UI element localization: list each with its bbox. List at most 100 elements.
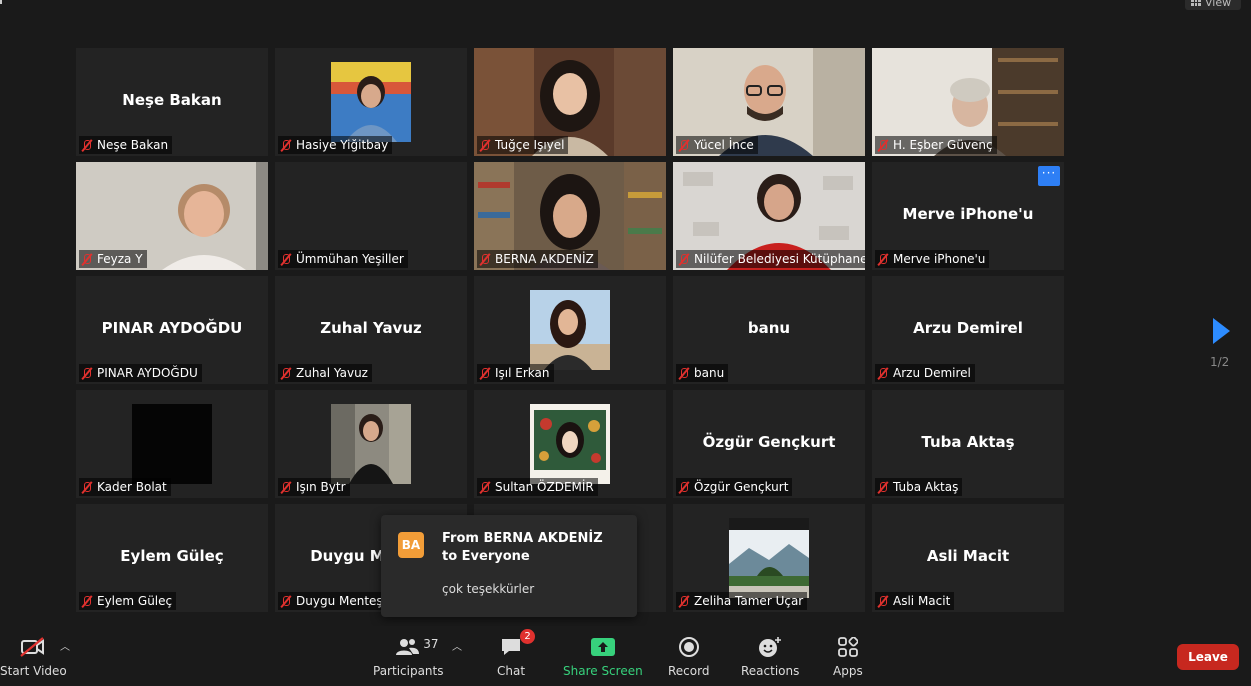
chat-notification[interactable]: BA From BERNA AKDENİZ to Everyone çok te… [381, 515, 637, 617]
participant-name: Işın Bytr [296, 480, 346, 494]
muted-mic-icon [479, 367, 491, 380]
muted-mic-icon [479, 481, 491, 494]
chat-icon [502, 639, 521, 655]
participant-display-name: Eylem Güleç [120, 547, 224, 566]
participant-name: Kader Bolat [97, 480, 167, 494]
muted-mic-icon [81, 481, 93, 494]
participant-name-label: Tuğçe Işıyel [477, 136, 569, 154]
participant-name: Özgür Gençkurt [694, 480, 789, 494]
start-video-button[interactable]: Start Video [0, 634, 67, 678]
video-off-icon [20, 637, 45, 657]
reactions-label: Reactions [741, 664, 800, 678]
participant-name-label: Neşe Bakan [79, 136, 173, 154]
participant-tile[interactable]: Tuğçe Işıyel [474, 48, 666, 156]
participant-display-name: Merve iPhone'u [902, 205, 1034, 224]
apps-button[interactable]: Apps [833, 634, 863, 678]
participant-tile[interactable]: banu banu [673, 276, 865, 384]
participant-tile[interactable]: Zuhal Yavuz Zuhal Yavuz [275, 276, 467, 384]
participant-display-name: Zuhal Yavuz [320, 319, 422, 338]
participant-tile[interactable]: Merve iPhone'u ··· Merve iPhone'u [872, 162, 1064, 270]
participant-tile[interactable]: PINAR AYDOĞDU PINAR AYDOĞDU [76, 276, 268, 384]
participants-options-caret-icon[interactable]: ︿ [452, 638, 462, 653]
participant-tile[interactable]: Nilüfer Belediyesi Kütüphaneleri [673, 162, 865, 270]
participant-tile[interactable]: Arzu Demirel Arzu Demirel [872, 276, 1064, 384]
participant-name: PINAR AYDOĞDU [97, 366, 198, 380]
leave-button[interactable]: Leave [1177, 644, 1239, 670]
participant-name-label: Eylem Güleç [79, 592, 177, 610]
participant-profile-picture [331, 404, 411, 484]
video-options-caret-icon[interactable]: ︿ [60, 638, 70, 653]
muted-mic-icon [678, 253, 690, 266]
muted-mic-icon [877, 481, 889, 494]
muted-mic-icon [280, 367, 292, 380]
record-icon [678, 637, 699, 657]
participant-name-label: Sultan ÖZDEMİR [477, 478, 598, 496]
participant-display-name: PINAR AYDOĞDU [101, 319, 243, 338]
participant-tile[interactable]: Yücel İnce [673, 48, 865, 156]
grid-view-icon [1191, 0, 1201, 6]
participant-name: banu [694, 366, 725, 380]
participant-tile[interactable]: Sultan ÖZDEMİR [474, 390, 666, 498]
record-label: Record [668, 664, 710, 678]
participant-name: Zeliha Tamer Uçar [694, 594, 804, 608]
reactions-button[interactable]: Reactions [741, 634, 799, 678]
participant-name-label: Tuba Aktaş [875, 478, 963, 496]
reactions-smiley-icon [759, 637, 782, 657]
participant-tile[interactable]: Işın Bytr [275, 390, 467, 498]
participant-name: Merve iPhone'u [893, 252, 986, 266]
participant-name: Işıl Erkan [495, 366, 550, 380]
participant-name-label: Asli Macit [875, 592, 955, 610]
participant-name-label: Merve iPhone'u [875, 250, 990, 268]
participant-display-name: Asli Macit [926, 547, 1010, 566]
chat-message-text: çok teşekkürler [442, 582, 535, 596]
muted-mic-icon [280, 595, 292, 608]
participant-tile[interactable]: Kader Bolat [76, 390, 268, 498]
participant-tile[interactable]: H. Eşber Güvenç [872, 48, 1064, 156]
participant-tile[interactable]: Ümmühan Yeşiller [275, 162, 467, 270]
muted-mic-icon [479, 253, 491, 266]
participant-name-label: Özgür Gençkurt [676, 478, 793, 496]
participant-tile[interactable]: Feyza Y [76, 162, 268, 270]
page-indicator: 1/2 [1210, 355, 1230, 369]
participant-name-label: H. Eşber Güvenç [875, 136, 997, 154]
participant-tile[interactable]: Işıl Erkan [474, 276, 666, 384]
share-screen-button[interactable]: Share Screen [563, 634, 643, 678]
next-page-arrow-icon[interactable] [1213, 318, 1230, 344]
participant-tile[interactable]: Özgür Gençkurt Özgür Gençkurt [673, 390, 865, 498]
participant-name-label: PINAR AYDOĞDU [79, 364, 202, 382]
participant-tile[interactable]: Asli Macit Asli Macit [872, 504, 1064, 612]
participant-display-name: Tuba Aktaş [921, 433, 1015, 452]
participant-tile[interactable]: Zeliha Tamer Uçar [673, 504, 865, 612]
more-options-icon[interactable]: ··· [1038, 166, 1060, 186]
record-button[interactable]: Record [668, 634, 709, 678]
participant-name: Neşe Bakan [97, 138, 169, 152]
start-video-label: Start Video [0, 664, 67, 678]
participants-button[interactable]: 37 Participants [373, 634, 444, 678]
apps-icon [837, 637, 858, 657]
participant-name-label: Zeliha Tamer Uçar [676, 592, 808, 610]
participant-profile-picture [530, 290, 610, 370]
muted-mic-icon [877, 253, 889, 266]
participant-name: Asli Macit [893, 594, 951, 608]
participant-tile[interactable]: Tuba Aktaş Tuba Aktaş [872, 390, 1064, 498]
participant-tile[interactable]: Neşe Bakan Neşe Bakan [76, 48, 268, 156]
participant-name: H. Eşber Güvenç [893, 138, 993, 152]
chat-button[interactable]: 2 Chat [497, 629, 536, 678]
muted-mic-icon [280, 481, 292, 494]
participant-tile[interactable]: BERNA AKDENİZ [474, 162, 666, 270]
participant-profile-picture [132, 404, 212, 484]
participant-name: Nilüfer Belediyesi Kütüphaneleri [694, 252, 865, 266]
muted-mic-icon [280, 253, 292, 266]
participants-icon [396, 639, 420, 655]
participant-tile[interactable]: Hasiye Yiğitbay [275, 48, 467, 156]
participant-name-label: Işın Bytr [278, 478, 350, 496]
apps-label: Apps [833, 664, 863, 678]
muted-mic-icon [877, 139, 889, 152]
view-button[interactable]: View [1185, 0, 1241, 10]
sender-avatar: BA [398, 532, 424, 558]
participant-name: Eylem Güleç [97, 594, 173, 608]
chat-label: Chat [497, 664, 526, 678]
participant-name: Zuhal Yavuz [296, 366, 368, 380]
participant-name-label: Arzu Demirel [875, 364, 975, 382]
participant-tile[interactable]: Eylem Güleç Eylem Güleç [76, 504, 268, 612]
